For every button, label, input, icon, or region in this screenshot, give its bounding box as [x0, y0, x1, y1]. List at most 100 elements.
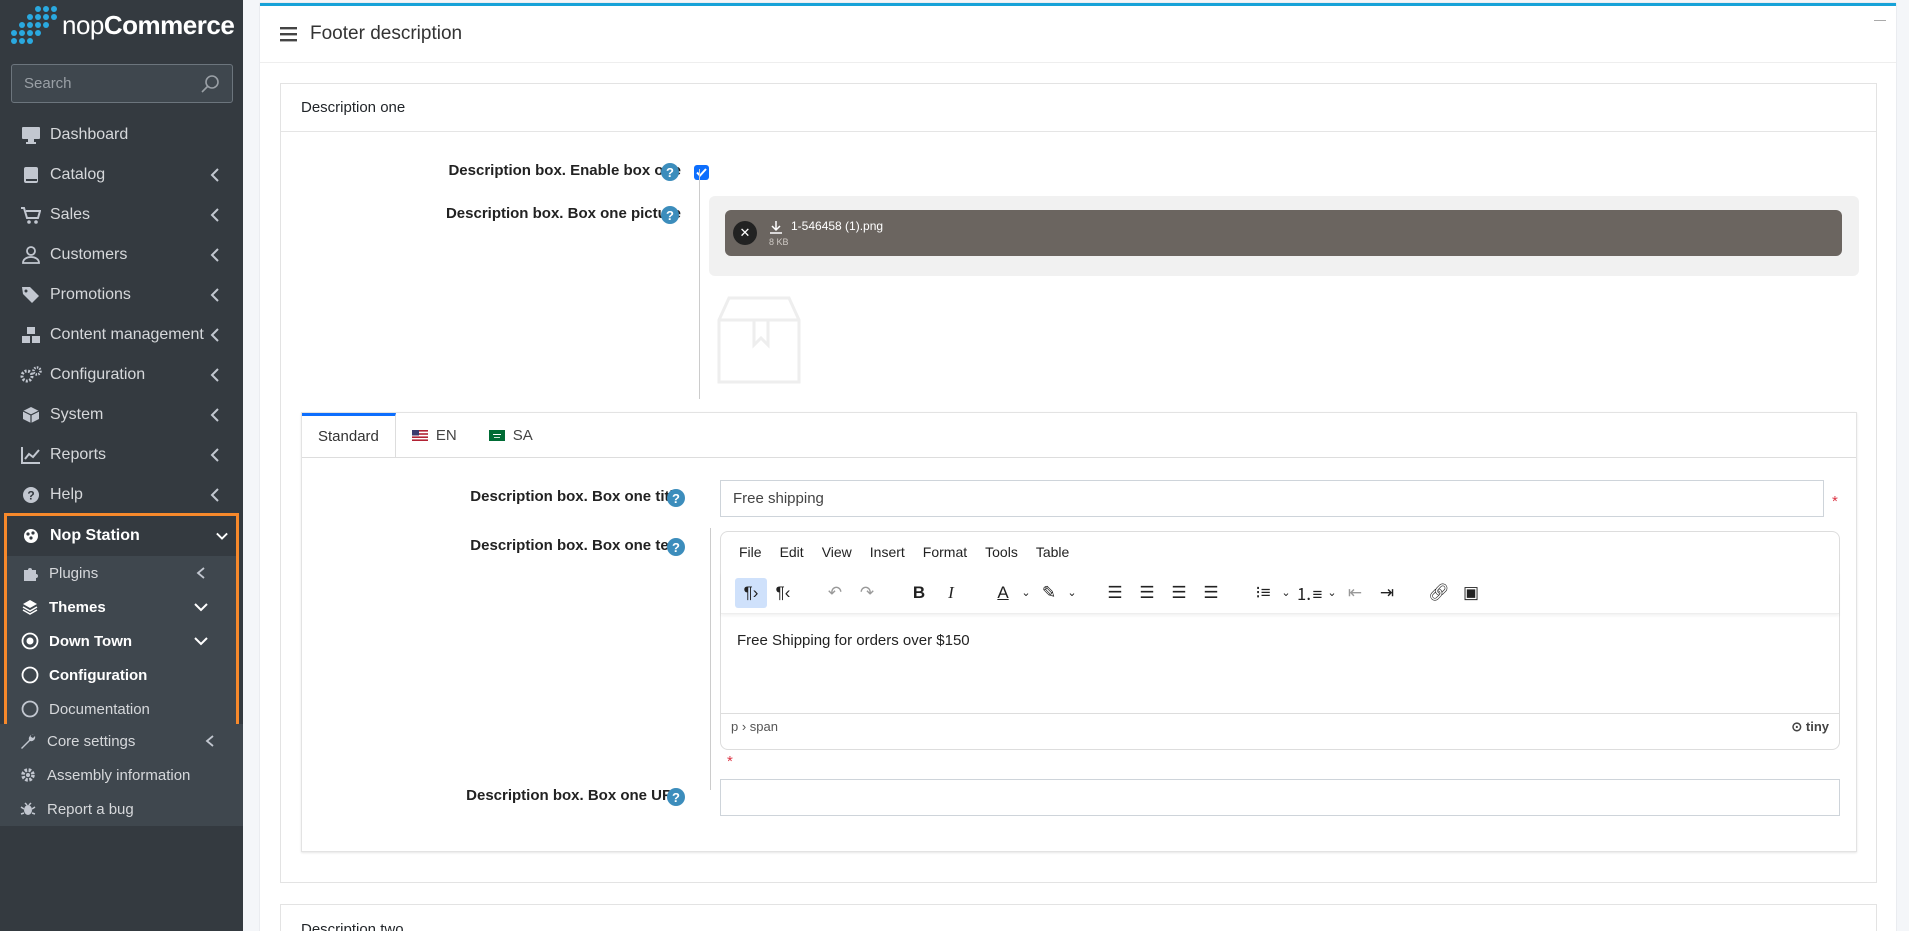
- sidebar-item-nop-station[interactable]: Nop Station: [7, 516, 236, 556]
- description-two-panel: Description two: [280, 904, 1877, 931]
- search-icon[interactable]: [200, 74, 220, 94]
- picture-placeholder-icon: [717, 296, 801, 384]
- sidebar-item-system[interactable]: System: [0, 395, 243, 435]
- cart-icon: [20, 205, 42, 225]
- highlight-color-icon[interactable]: ✎: [1033, 578, 1065, 608]
- language-tabs-card: Standard EN SA Description box. Box one …: [301, 412, 1857, 852]
- sidebar-item-catalog[interactable]: Catalog: [0, 155, 243, 195]
- sidebar-item-theme-configuration[interactable]: Configuration: [7, 658, 236, 692]
- description-one-panel: Description one Description box. Enable …: [280, 83, 1877, 883]
- align-right-icon[interactable]: ☰: [1163, 578, 1195, 608]
- menu-icon: [280, 27, 297, 42]
- indent-icon[interactable]: ⇥: [1371, 578, 1403, 608]
- sidebar-item-help[interactable]: ? Help: [0, 475, 243, 515]
- redo-icon[interactable]: ↷: [851, 578, 883, 608]
- help-icon[interactable]: ?: [667, 489, 685, 507]
- help-icon[interactable]: ?: [661, 206, 679, 224]
- url-input[interactable]: [720, 779, 1840, 816]
- required-marker: *: [727, 753, 733, 770]
- align-center-icon[interactable]: ☰: [1131, 578, 1163, 608]
- required-marker: *: [1832, 493, 1838, 510]
- collapse-icon[interactable]: [1874, 20, 1886, 21]
- title-input[interactable]: Free shipping: [720, 480, 1824, 517]
- menu-edit[interactable]: Edit: [780, 544, 804, 560]
- bug-icon: [18, 801, 38, 817]
- tab-en[interactable]: EN: [396, 413, 473, 457]
- editor-content[interactable]: Free Shipping for orders over $150: [721, 614, 1839, 713]
- help-icon[interactable]: ?: [661, 163, 679, 181]
- image-icon[interactable]: ▣: [1455, 578, 1487, 608]
- radio-dot-icon: [20, 632, 40, 650]
- italic-icon[interactable]: I: [935, 578, 967, 608]
- chevron-down-icon[interactable]: ⌄: [1325, 578, 1339, 608]
- page-scrollbar[interactable]: [1899, 0, 1909, 931]
- wrench-icon: [18, 733, 38, 749]
- chevron-left-icon: [205, 735, 214, 747]
- chevron-left-icon: [210, 168, 219, 182]
- link-icon[interactable]: 🔗︎: [1423, 578, 1455, 608]
- sidebar-item-content-management[interactable]: Content management: [0, 315, 243, 355]
- help-icon[interactable]: ?: [667, 538, 685, 556]
- download-icon[interactable]: [769, 220, 783, 234]
- main-content: Footer description Description one Descr…: [260, 0, 1909, 931]
- question-icon: ?: [20, 485, 42, 505]
- sidebar-item-configuration[interactable]: Configuration: [0, 355, 243, 395]
- file-name: 1-546458 (1).png: [791, 219, 884, 233]
- ltr-direction-icon[interactable]: ¶›: [735, 577, 767, 608]
- tab-sa[interactable]: SA: [473, 413, 549, 457]
- sidebar-item-themes[interactable]: Themes: [7, 590, 236, 624]
- panel-title: Description one: [281, 84, 1876, 132]
- text-color-icon[interactable]: A: [987, 578, 1019, 608]
- sidebar-item-sales[interactable]: Sales: [0, 195, 243, 235]
- svg-text:?: ?: [27, 489, 34, 503]
- menu-table[interactable]: Table: [1036, 544, 1069, 560]
- sidebar-item-promotions[interactable]: Promotions: [0, 275, 243, 315]
- chevron-down-icon: [194, 637, 208, 646]
- enable-box-checkbox[interactable]: [694, 165, 709, 180]
- remove-file-button[interactable]: ✕: [733, 221, 757, 245]
- sidebar-item-documentation[interactable]: Documentation: [7, 692, 236, 726]
- gears-icon: [20, 365, 42, 385]
- brand-logo[interactable]: nopCommerce: [0, 0, 243, 50]
- chevron-left-icon: [210, 208, 219, 222]
- element-path[interactable]: p › span: [731, 719, 778, 734]
- menu-file[interactable]: File: [739, 544, 762, 560]
- divider-line: [699, 169, 700, 399]
- sidebar-item-customers[interactable]: Customers: [0, 235, 243, 275]
- sidebar-item-dashboard[interactable]: Dashboard: [0, 115, 243, 155]
- outdent-icon[interactable]: ⇤: [1339, 578, 1371, 608]
- tiny-logo[interactable]: ⊙ tiny: [1791, 719, 1829, 735]
- menu-tools[interactable]: Tools: [985, 544, 1018, 560]
- chevron-down-icon[interactable]: ⌄: [1065, 578, 1079, 608]
- align-left-icon[interactable]: ☰: [1099, 578, 1131, 608]
- menu-view[interactable]: View: [822, 544, 852, 560]
- tab-standard[interactable]: Standard: [302, 413, 396, 457]
- sidebar-item-report-a-bug[interactable]: Report a bug: [0, 792, 243, 826]
- help-icon[interactable]: ?: [667, 788, 685, 806]
- sidebar-item-assembly-information[interactable]: Assembly information: [0, 758, 243, 792]
- sidebar-item-reports[interactable]: Reports: [0, 435, 243, 475]
- card-header[interactable]: Footer description: [260, 6, 1896, 63]
- chevron-left-icon: [210, 368, 219, 382]
- bullet-list-icon[interactable]: ⁝≡: [1247, 578, 1279, 608]
- picture-upload[interactable]: ✕ 1-546458 (1).png 8 KB: [709, 196, 1859, 276]
- chevron-left-icon: [210, 328, 219, 342]
- chevron-down-icon[interactable]: ⌄: [1279, 578, 1293, 608]
- menu-insert[interactable]: Insert: [870, 544, 905, 560]
- nop-station-highlight: Nop Station Plugins Themes Down Town Con…: [4, 513, 239, 730]
- chevron-down-icon: [194, 603, 208, 612]
- sa-flag-icon: [488, 429, 505, 441]
- justify-icon[interactable]: ☰: [1195, 578, 1227, 608]
- rtl-direction-icon[interactable]: ¶‹: [767, 578, 799, 608]
- sidebar-item-down-town[interactable]: Down Town: [7, 624, 236, 658]
- search-input[interactable]: Search: [11, 64, 233, 103]
- sidebar-item-plugins[interactable]: Plugins: [7, 556, 236, 590]
- bold-icon[interactable]: B: [903, 578, 935, 608]
- numbered-list-icon[interactable]: ⒈≡: [1293, 578, 1325, 608]
- chevron-left-icon: [210, 448, 219, 462]
- sidebar-item-core-settings[interactable]: Core settings: [0, 724, 243, 758]
- undo-icon[interactable]: ↶: [819, 578, 851, 608]
- chevron-down-icon[interactable]: ⌄: [1019, 578, 1033, 608]
- chevron-left-icon: [196, 567, 205, 579]
- menu-format[interactable]: Format: [923, 544, 967, 560]
